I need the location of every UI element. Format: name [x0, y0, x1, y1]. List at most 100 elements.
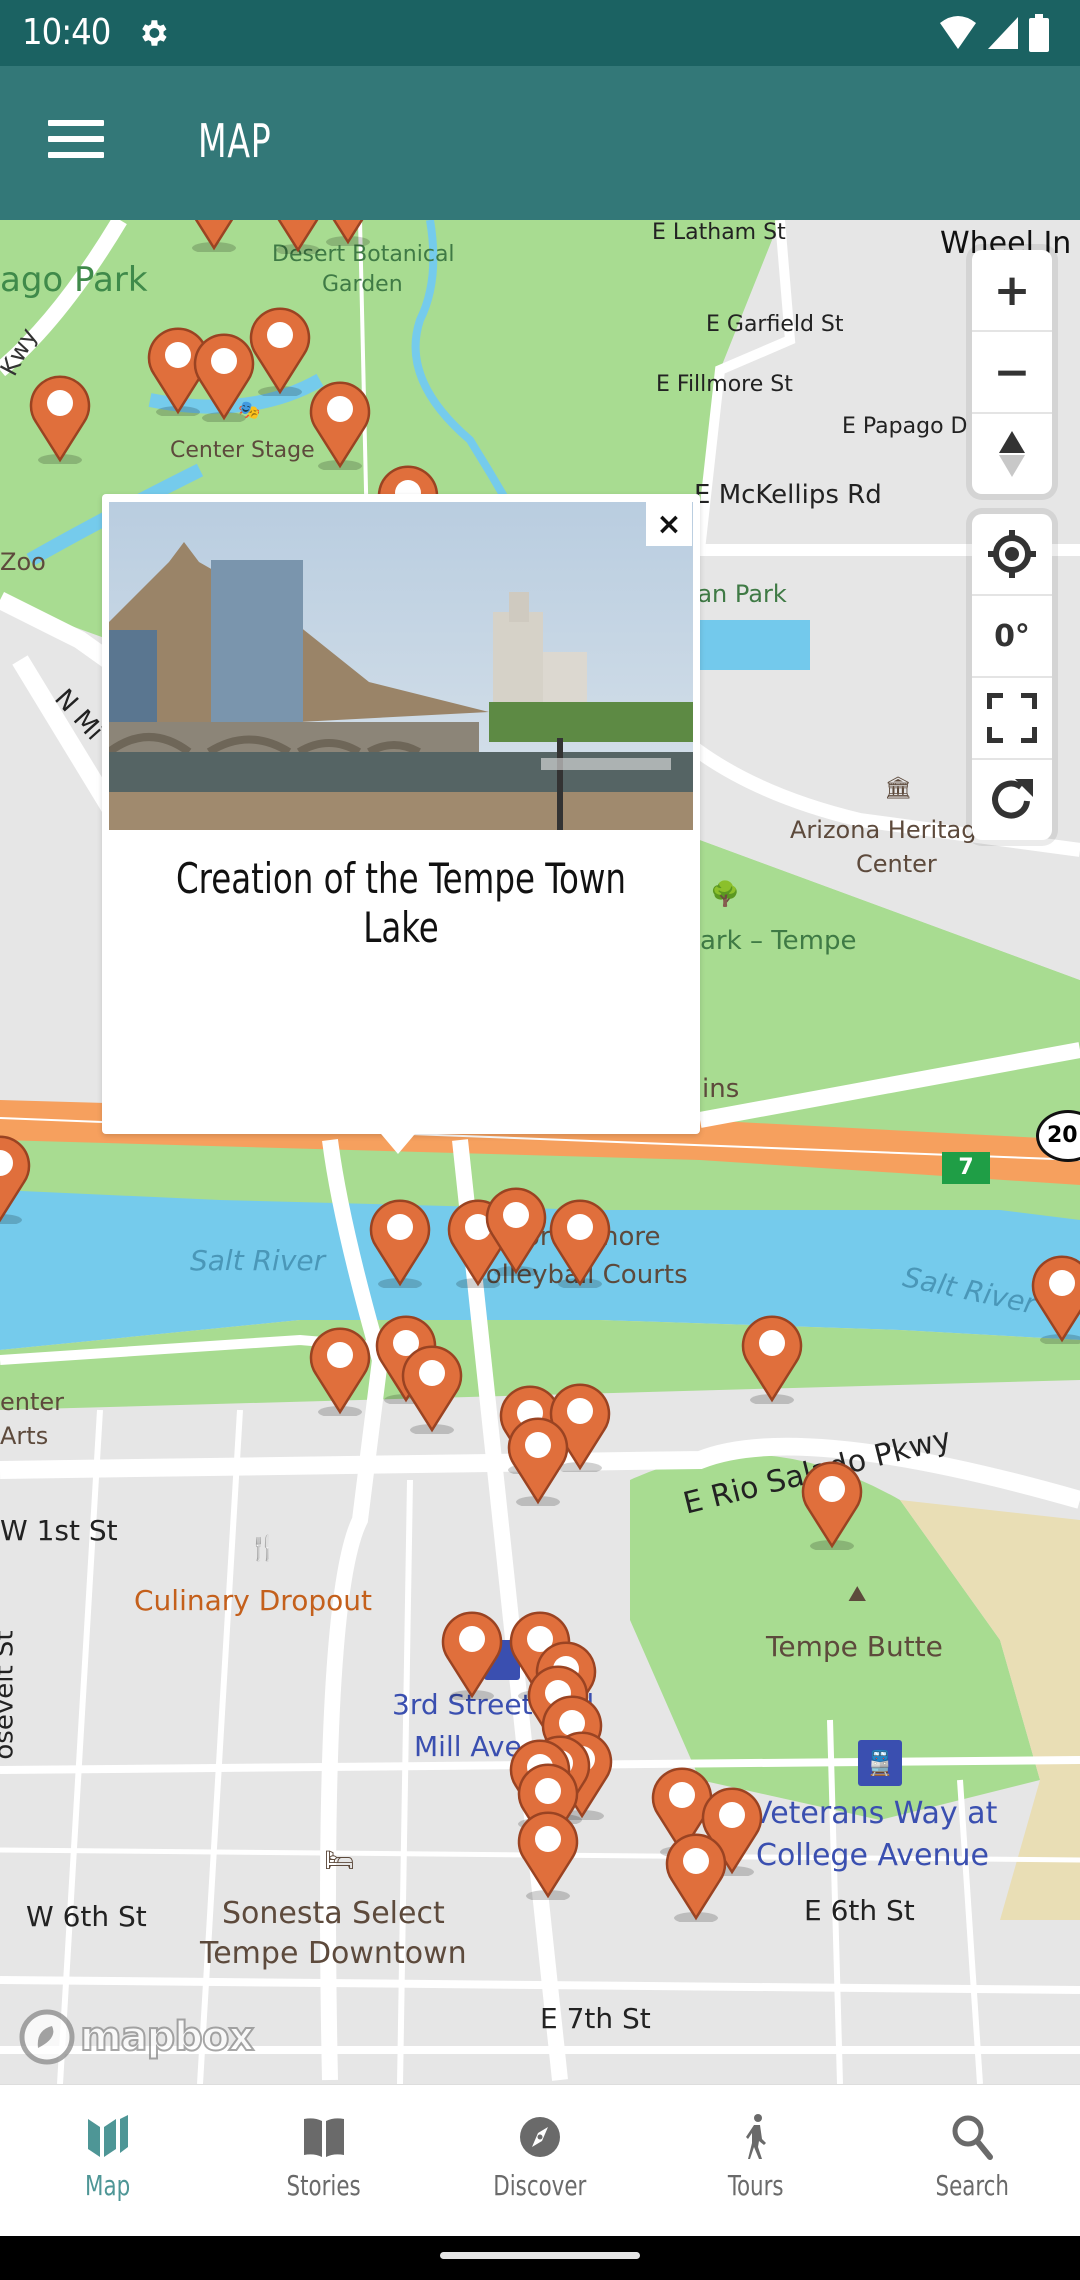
label-papago-park: ago Park — [0, 260, 148, 300]
label-salt-river: Salt River — [190, 1244, 326, 1277]
label-latham: E Latham St — [652, 220, 786, 245]
mapbox-attribution[interactable]: mapbox — [18, 2008, 255, 2066]
label-ins: ins — [702, 1074, 740, 1104]
map-marker-pin[interactable] — [28, 372, 92, 466]
label-papago-dr: E Papago D — [842, 414, 968, 439]
label-tempe-butte: Tempe Butte — [766, 1630, 943, 1663]
map-marker-pin[interactable] — [0, 1132, 32, 1226]
map-marker-pin[interactable] — [192, 330, 256, 424]
mapbox-wordmark: mapbox — [79, 2013, 255, 2061]
home-gesture-handle[interactable] — [440, 2252, 640, 2259]
map-marker-pin[interactable] — [484, 1184, 548, 1278]
map-marker-pin[interactable] — [800, 1458, 864, 1552]
crosshair-location-icon — [988, 530, 1036, 578]
label-park-tempe: ark – Tempe — [700, 926, 857, 956]
label-mckellips: E McKellips Rd — [694, 480, 882, 510]
hotel-icon: 🛏 — [324, 1846, 355, 1874]
locate-me-button[interactable] — [972, 514, 1052, 596]
route-shield-7: 7 — [942, 1152, 990, 1184]
hamburger-menu-button[interactable] — [48, 120, 104, 164]
status-time: 10:40 — [22, 12, 111, 53]
nav-tab-stories[interactable]: Stories — [216, 2085, 432, 2237]
status-bar: 10:40 — [0, 0, 1080, 66]
mapbox-logo-icon — [19, 2009, 75, 2065]
label-garfield: E Garfield St — [706, 312, 844, 337]
fullscreen-button[interactable] — [972, 678, 1052, 760]
settings-gear-icon — [142, 20, 167, 46]
battery-icon — [1029, 14, 1049, 52]
popup-pointer — [376, 1128, 420, 1154]
label-w-1st: W 1st St — [0, 1514, 118, 1547]
map-marker-pin[interactable] — [440, 1608, 504, 1702]
museum-icon: 🏛 — [884, 776, 912, 801]
label-e-7th: E 7th St — [540, 2002, 651, 2035]
map-marker-pin[interactable] — [400, 1342, 464, 1436]
cellular-signal-icon — [988, 17, 1018, 49]
nav-label: Stories — [286, 2169, 362, 2202]
compass-button[interactable] — [972, 414, 1052, 494]
menu-line-icon — [48, 152, 104, 158]
tree-icon: 🌳 — [710, 880, 740, 908]
nav-tab-map[interactable]: Map — [0, 2085, 216, 2237]
map-marker-pin[interactable] — [368, 1196, 432, 1290]
restaurant-icon: 🍴 — [248, 1534, 278, 1562]
label-third-mill-2: Mill Ave — [414, 1730, 522, 1763]
app-bar: MAP — [0, 66, 1080, 220]
map-marker-pin[interactable] — [308, 378, 372, 472]
label-w-6th: W 6th St — [26, 1900, 147, 1933]
bearing-button[interactable]: 0° — [972, 596, 1052, 678]
zoom-out-button[interactable]: − — [972, 332, 1052, 414]
story-title[interactable]: Creation of the Tempe Town Lake — [144, 854, 658, 952]
map-marker-pin[interactable] — [248, 304, 312, 398]
label-center-arts-2: Arts — [0, 1422, 49, 1450]
nav-tab-tours[interactable]: Tours — [648, 2085, 864, 2237]
system-gesture-bar — [0, 2236, 1080, 2280]
label-fillmore: E Fillmore St — [656, 372, 793, 397]
fullscreen-icon — [987, 693, 1037, 743]
story-popup[interactable]: × Creation of the Tempe Town Lake — [102, 494, 700, 1134]
page-title: MAP — [198, 114, 272, 168]
story-thumbnail-image[interactable] — [109, 502, 693, 830]
label-veterans-way: Veterans Way at — [752, 1796, 998, 1831]
nav-tab-discover[interactable]: Discover — [432, 2085, 648, 2237]
label-arizona-heritage-2: Center — [856, 850, 937, 878]
map-marker-pin[interactable] — [182, 220, 246, 254]
label-arizona-heritage: Arizona Heritage — [790, 816, 992, 844]
zoom-in-button[interactable]: + — [972, 250, 1052, 332]
label-desert-botanical-2: Garden — [322, 272, 403, 297]
reset-view-button[interactable] — [972, 760, 1052, 840]
map-marker-pin[interactable] — [316, 220, 380, 248]
close-popup-button[interactable]: × — [646, 502, 692, 546]
map-marker-pin[interactable] — [548, 1196, 612, 1290]
menu-line-icon — [48, 120, 104, 126]
nav-label: Search — [935, 2169, 1009, 2202]
nav-tab-search[interactable]: Search — [864, 2085, 1080, 2237]
search-icon — [952, 2115, 993, 2160]
label-center-stage: Center Stage — [170, 438, 315, 463]
map-marker-pin[interactable] — [516, 1808, 580, 1902]
map-marker-pin[interactable] — [740, 1312, 804, 1406]
label-veterans-way-2: College Avenue — [756, 1838, 989, 1873]
map-marker-pin[interactable] — [1030, 1252, 1080, 1346]
label-zoo: Zoo — [0, 548, 46, 576]
mountain-icon: ⛰ — [848, 1582, 867, 1607]
nav-label: Tours — [728, 2169, 784, 2202]
label-e-6th: E 6th St — [804, 1894, 915, 1927]
map-control-group: 0° — [972, 514, 1052, 840]
label-culinary-dropout: Culinary Dropout — [134, 1584, 372, 1617]
map-marker-pin[interactable] — [506, 1414, 570, 1508]
label-sonesta-2: Tempe Downtown — [200, 1936, 467, 1971]
bottom-navigation: Map Stories Discover Tours Search — [0, 2084, 1080, 2237]
map-marker-pin[interactable] — [664, 1830, 728, 1924]
book-icon — [304, 2118, 344, 2157]
compass-arrow-icon — [999, 431, 1025, 477]
label-sonesta: Sonesta Select — [222, 1896, 445, 1931]
nav-label: Map — [85, 2169, 131, 2202]
map-icon — [88, 2115, 128, 2157]
wifi-icon — [940, 16, 976, 49]
walking-icon — [746, 2114, 766, 2159]
light-rail-station-icon: 🚆 — [858, 1740, 902, 1786]
refresh-icon — [992, 779, 1033, 819]
map-marker-pin[interactable] — [308, 1324, 372, 1418]
nav-label: Discover — [493, 2169, 587, 2202]
